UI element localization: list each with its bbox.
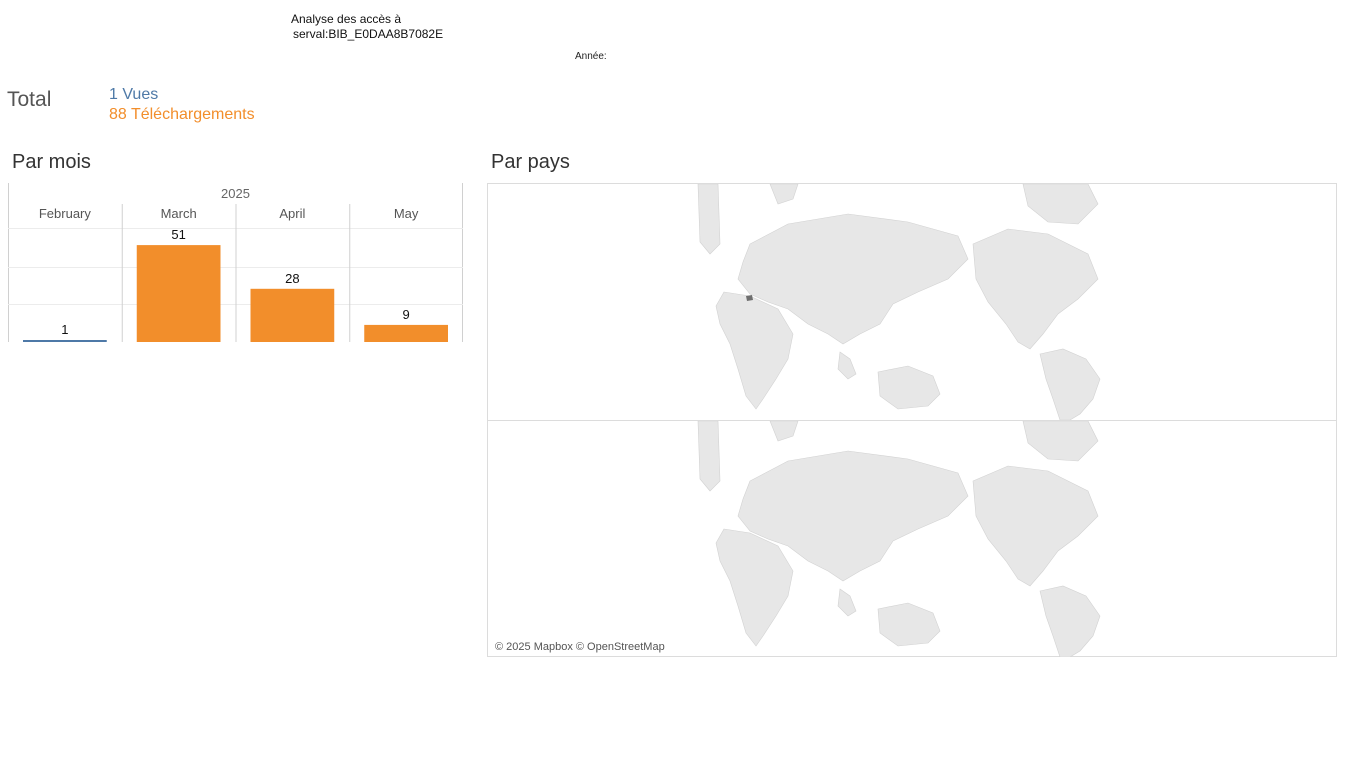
data-label-february: 1: [61, 322, 68, 337]
total-label: Total: [7, 88, 52, 111]
bar-downloads-april[interactable]: [250, 288, 335, 342]
month-label-march: March: [161, 206, 197, 221]
year-filter-label[interactable]: Année:: [575, 51, 607, 62]
page-title-line2: serval:BIB_E0DAA8B7082E: [293, 27, 444, 41]
data-label-march: 51: [171, 227, 185, 242]
bar-downloads-march[interactable]: [136, 245, 221, 342]
year-label: 2025: [221, 186, 250, 201]
map-credit[interactable]: © 2025 Mapbox © OpenStreetMap: [495, 641, 665, 653]
bar-views-february[interactable]: [23, 340, 107, 342]
country-map[interactable]: © 2025 Mapbox © OpenStreetMap: [487, 183, 1337, 658]
page-title-line1: Analyse des accès à: [291, 12, 402, 26]
world-map-downloads: [697, 420, 1101, 658]
data-label-may: 9: [403, 307, 410, 322]
highlighted-country-switzerland: [746, 295, 753, 301]
world-map-views: [697, 183, 1101, 421]
month-label-may: May: [394, 206, 419, 221]
total-downloads: 88 Téléchargements: [109, 106, 255, 123]
total-views: 1 Vues: [109, 86, 159, 103]
month-label-april: April: [279, 206, 305, 221]
country-section-title: Par pays: [491, 151, 570, 173]
map-panel-views[interactable]: [488, 183, 1336, 421]
data-label-april: 28: [285, 271, 299, 286]
monthly-bar-chart[interactable]: 2025 February 1 March 51 April 28 May 9: [8, 183, 464, 345]
page-title: Analyse des accès à serval:BIB_E0DAA8B70…: [291, 12, 443, 42]
monthly-section-title: Par mois: [12, 151, 91, 173]
map-panel-downloads[interactable]: [488, 420, 1336, 658]
bar-downloads-may[interactable]: [364, 324, 448, 342]
month-label-february: February: [39, 206, 92, 221]
